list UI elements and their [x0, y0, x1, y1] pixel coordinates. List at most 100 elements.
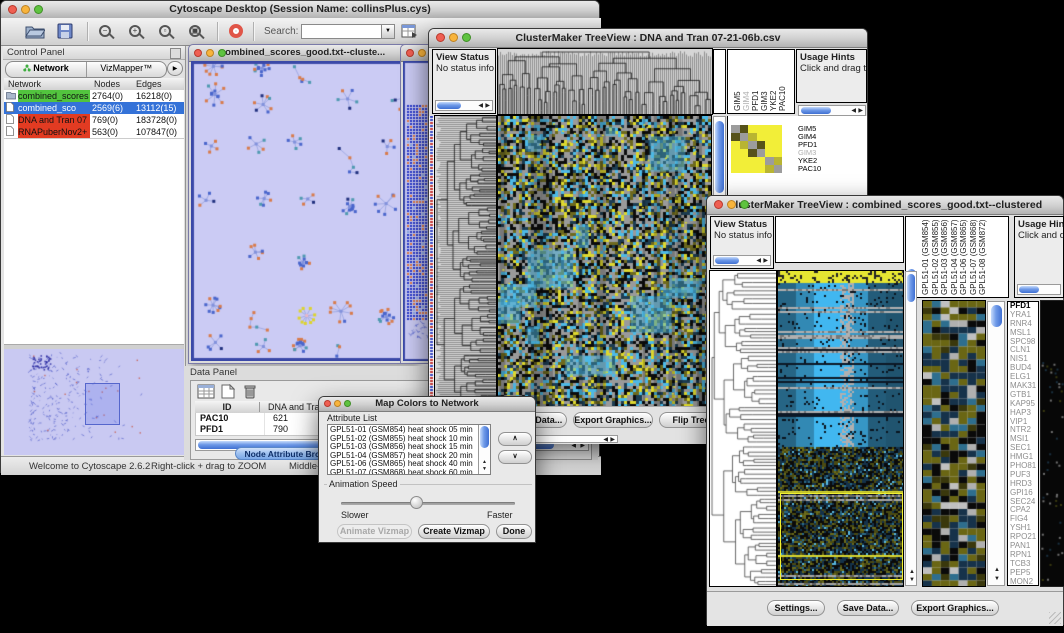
- zoom-fit-icon[interactable]: ▣: [189, 25, 201, 37]
- scroll-down-icon[interactable]: ▼: [482, 467, 487, 472]
- attribute-list-vscrollbar[interactable]: ▲ ▼: [478, 425, 490, 474]
- toolbar-separator: [87, 22, 89, 41]
- import-table-icon[interactable]: [401, 23, 418, 44]
- attribute-listbox[interactable]: GPL51-01 (GSM854) heat shock 05 minGPL51…: [327, 424, 491, 475]
- network-row[interactable]: RNAPuberNov2+563(0)107847(0): [4, 126, 184, 138]
- network-row[interactable]: combined_sco2569(6)13112(15): [4, 102, 184, 114]
- tv2-zoom-heatmap[interactable]: [923, 301, 985, 586]
- tv1-zoom-matrix[interactable]: [731, 125, 782, 173]
- scroll-right-icon[interactable]: ▶: [763, 258, 768, 264]
- speed-slider-thumb[interactable]: [410, 496, 423, 509]
- minimize-button[interactable]: [727, 200, 736, 209]
- network-window-title: combined_scores_good.txt--cluste...: [220, 47, 385, 58]
- close-button[interactable]: [714, 200, 723, 209]
- scroll-right-icon[interactable]: ▶: [485, 103, 490, 109]
- document-icon: [4, 114, 18, 126]
- settings-button[interactable]: Settings...: [767, 600, 825, 616]
- tv1-column-label: GIM4: [742, 49, 751, 111]
- view-status-text: No status info f: [433, 63, 495, 74]
- zoom-button[interactable]: [344, 400, 351, 407]
- scroll-right-icon[interactable]: ▶: [610, 437, 615, 443]
- move-up-button[interactable]: ∧: [498, 432, 532, 446]
- treeview2-title-bar[interactable]: ClusterMaker TreeView : combined_scores_…: [707, 196, 1063, 215]
- network-window-title-bar[interactable]: combined_scores_good.txt--cluste...: [189, 45, 416, 62]
- zoom-in-icon[interactable]: +: [129, 25, 141, 37]
- tv1-hints-hscrollbar[interactable]: ◀ ▶: [798, 105, 866, 116]
- done-button[interactable]: Done: [496, 524, 532, 539]
- tab-vizmapper[interactable]: VizMapper™: [87, 62, 167, 77]
- scroll-up-icon[interactable]: ▲: [994, 567, 1000, 573]
- minimize-button[interactable]: [21, 5, 30, 14]
- array-column-label: GPL51-06 (GSM865): [959, 216, 968, 295]
- resize-grip[interactable]: [1049, 612, 1061, 624]
- tv2-hints-hscrollbar[interactable]: [1017, 284, 1061, 295]
- toolbar-separator: [253, 22, 255, 41]
- tv2-row-dendrogram[interactable]: [710, 271, 776, 586]
- network-row[interactable]: DNA and Tran 07769(0)183728(0): [4, 114, 184, 126]
- tv2-heatmap-selection[interactable]: [780, 493, 903, 580]
- scroll-left-icon[interactable]: ◀: [756, 258, 761, 264]
- matrix-cell: [748, 125, 757, 133]
- attribute-list-item[interactable]: GPL51-07 (GSM868) heat shock 60 min: [330, 469, 488, 476]
- scroll-left-icon[interactable]: ◀: [478, 103, 483, 109]
- minimize-button[interactable]: [334, 400, 341, 407]
- save-data-button[interactable]: Save Data...: [837, 600, 899, 616]
- treeview1-title-bar[interactable]: ClusterMaker TreeView : DNA and Tran 07-…: [429, 29, 867, 48]
- network-tree-area[interactable]: [4, 138, 184, 345]
- matrix-cell: [774, 149, 783, 157]
- close-button[interactable]: [406, 49, 414, 57]
- export-graphics-button[interactable]: Export Graphics...: [911, 600, 999, 616]
- help-lifering-icon[interactable]: [229, 24, 243, 38]
- tv2-vscrollbar[interactable]: ▲ ▼: [905, 271, 917, 586]
- scroll-right-icon[interactable]: ▶: [858, 108, 863, 114]
- tab-more-button[interactable]: ▶: [167, 61, 183, 76]
- tv1-row-dendrogram[interactable]: [435, 116, 496, 406]
- animate-vizmap-button[interactable]: Animate Vizmap: [337, 524, 412, 539]
- zoom-out-icon[interactable]: −: [99, 25, 111, 37]
- tv2-zoom-vscrollbar[interactable]: ▲ ▼: [987, 301, 1005, 586]
- export-graphics-button[interactable]: Export Graphics...: [573, 412, 653, 428]
- matrix-cell: [748, 165, 757, 173]
- float-panel-icon[interactable]: [170, 48, 181, 59]
- tv1-heatmap-canvas[interactable]: [498, 116, 711, 406]
- zoom-button[interactable]: [218, 49, 226, 57]
- tab-network[interactable]: Network: [6, 62, 87, 77]
- speed-slider-track[interactable]: [341, 502, 515, 505]
- save-icon[interactable]: [57, 23, 73, 44]
- scroll-left-icon[interactable]: ◀: [603, 437, 608, 443]
- tv1-status-hscrollbar[interactable]: ◀ ▶: [435, 100, 493, 111]
- minimize-button[interactable]: [449, 33, 458, 42]
- zoom-selected-icon[interactable]: ▫: [159, 25, 171, 37]
- close-button[interactable]: [194, 49, 202, 57]
- create-vizmap-button[interactable]: Create Vizmap: [418, 524, 490, 539]
- open-file-icon[interactable]: [25, 23, 45, 44]
- minimize-button[interactable]: [418, 49, 426, 57]
- tv1-column-dendrogram[interactable]: [498, 49, 712, 114]
- dialog-title-bar[interactable]: Map Colors to Network: [319, 397, 535, 412]
- scroll-down-icon[interactable]: ▼: [909, 577, 915, 583]
- network-row[interactable]: combined_scores2764(0)16218(0): [4, 90, 184, 102]
- zoom-button[interactable]: [740, 200, 749, 209]
- overview-viewport-rect[interactable]: [85, 383, 120, 425]
- matrix-cell: [731, 133, 740, 141]
- zoom-button[interactable]: [462, 33, 471, 42]
- move-down-button[interactable]: ∨: [498, 450, 532, 464]
- matrix-cell: [774, 141, 783, 149]
- matrix-cell: [731, 141, 740, 149]
- tv2-status-hscrollbar[interactable]: ◀ ▶: [713, 255, 771, 266]
- search-input[interactable]: [301, 24, 385, 39]
- close-button[interactable]: [436, 33, 445, 42]
- main-title-bar[interactable]: Cytoscape Desktop (Session Name: collins…: [1, 1, 599, 19]
- close-button[interactable]: [324, 400, 331, 407]
- minimize-button[interactable]: [206, 49, 214, 57]
- scroll-down-icon[interactable]: ▼: [994, 576, 1000, 582]
- zoom-button[interactable]: [34, 5, 43, 14]
- search-dropdown-button[interactable]: ▼: [381, 24, 395, 39]
- scroll-up-icon[interactable]: ▲: [909, 569, 915, 575]
- close-button[interactable]: [8, 5, 17, 14]
- scroll-left-icon[interactable]: ◀: [851, 108, 856, 114]
- tv2-column-dendrogram-area[interactable]: [775, 216, 904, 263]
- scroll-up-icon[interactable]: ▲: [482, 460, 487, 465]
- network-canvas[interactable]: [191, 61, 414, 361]
- treeview1-title: ClusterMaker TreeView : DNA and Tran 07-…: [516, 32, 781, 44]
